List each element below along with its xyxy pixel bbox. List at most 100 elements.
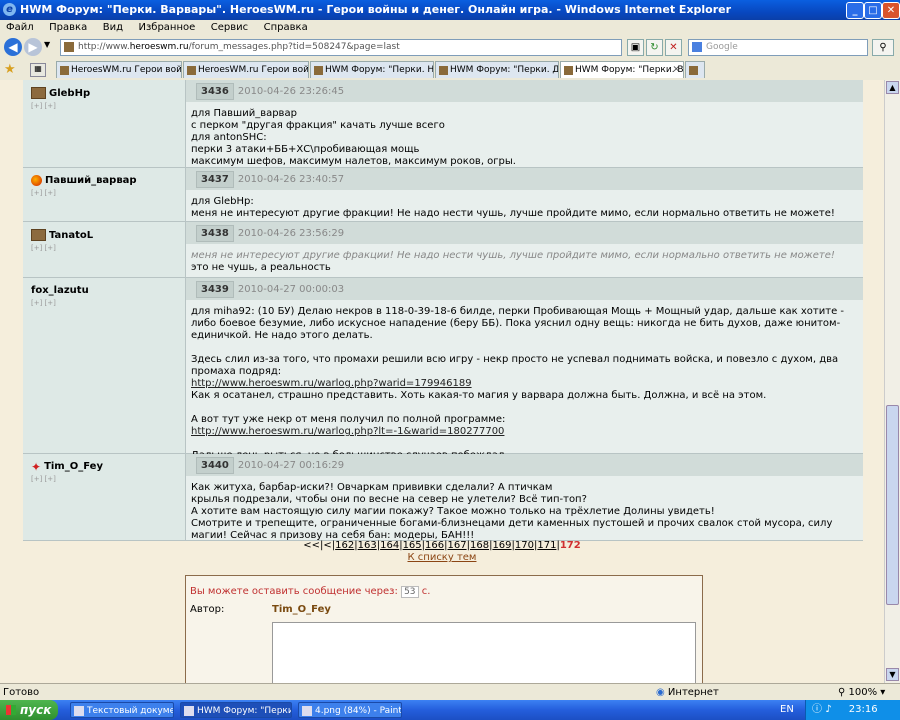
warlog-link[interactable]: http://www.heroeswm.ru/warlog.php?lt=-1&… [191,426,504,437]
title-bar: e HWM Форум: "Перки. Варвары". HeroesWM.… [0,0,900,20]
to-topic-list-link[interactable]: К списку тем [408,552,477,563]
language-indicator[interactable]: EN [780,700,794,720]
status-bar: Готово ◉ Интернет ⚲ 100% ▾ [0,683,900,701]
page-scrollbar[interactable]: ▲ ▼ [884,80,900,683]
refresh-icon[interactable]: ↻ [646,39,663,56]
tray-info-icon[interactable]: ⓘ [812,704,822,715]
address-toolbar: ◀ ▶ ▼ http://www.heroeswm.ru/forum_messa… [0,36,900,58]
author-meta: [+] [+] [31,189,56,197]
post-text: Как житуха, барбар-иски?! Овчаркам приви… [191,482,833,541]
faction-fire-icon [31,175,42,186]
forum-post: GlebHp [+] [+] 3436 2010-04-26 23:26:45 д… [23,80,863,168]
post-header: 3436 2010-04-26 23:26:45 [186,80,863,102]
page-link[interactable]: 163 [358,540,377,551]
compatibility-icon[interactable]: ▣ [627,39,644,56]
close-button[interactable]: ✕ [882,2,900,19]
minimize-button[interactable]: _ [846,2,864,19]
search-icon[interactable]: ⚲ [872,39,894,56]
post-body: 3440 2010-04-27 00:16:29 Как житуха, барб… [186,454,863,541]
history-dropdown-icon[interactable]: ▼ [44,40,50,49]
post-author: fox_lazutu [+] [+] [23,278,186,453]
new-tab-button[interactable] [685,61,705,78]
tab-1[interactable]: HeroesWM.ru Герои войны ... [56,61,182,78]
post-body: 3436 2010-04-26 23:26:45 для Павший_варва… [186,80,863,167]
star-icon: ✦ [31,459,42,474]
clan-icon [31,87,46,99]
favorites-star-icon[interactable]: ★ [4,62,16,77]
author-name[interactable]: Tim_O_Fey [44,461,103,472]
post-number[interactable]: 3440 [196,456,234,474]
post-date: 2010-04-26 23:26:45 [237,85,345,97]
post-body: 3438 2010-04-26 23:56:29 меня не интересу… [186,222,863,277]
reply-author-label: Автор: [190,604,225,615]
tray-volume-icon[interactable]: ♪ [825,704,831,715]
page-link[interactable]: 162 [335,540,354,551]
author-name[interactable]: TanatoL [49,230,93,241]
scroll-thumb[interactable] [886,405,899,605]
tab-close-icon[interactable]: ✕ [672,62,680,78]
tab-5-active[interactable]: HWM Форум: "Перки. Ва... ✕ [560,61,684,78]
quote: меня не интересуют другие фракции! Не на… [191,250,835,261]
google-icon [692,42,702,52]
tab-2[interactable]: HeroesWM.ru Герои войны ... [183,61,309,78]
tab-4[interactable]: HWM Форум: "Перки. Демо... [435,61,559,78]
tab-5-label: HWM Форум: "Перки. Ва... [575,65,684,75]
security-zone: ◉ Интернет [656,687,719,698]
author-name[interactable]: Павший_варвар [45,175,137,186]
page-link[interactable]: 165 [403,540,422,551]
page-link[interactable]: 168 [470,540,489,551]
forum-post: ✦ Tim_O_Fey [+] [+] 3440 2010-04-27 00:16:… [23,454,863,541]
search-input[interactable]: Google [688,39,868,56]
reply-textarea[interactable] [272,622,696,683]
reply-author-name: Tim_O_Fey [272,604,331,615]
scroll-up-icon[interactable]: ▲ [886,81,899,94]
maximize-button[interactable]: □ [864,2,882,19]
address-input[interactable]: http://www.heroeswm.ru/forum_messages.ph… [60,39,622,56]
post-text: меня не интересуют другие фракции! Не на… [186,244,863,281]
menu-favorites[interactable]: Избранное [132,20,201,36]
post-date: 2010-04-26 23:56:29 [237,227,345,239]
post-date: 2010-04-27 00:16:29 [237,459,345,471]
forward-button[interactable]: ▶ [24,38,42,56]
quick-tabs-icon[interactable]: ▦ [30,63,46,77]
pager-prev-links[interactable]: <<|<| [303,540,335,551]
author-meta: [+] [+] [31,244,56,252]
author-name[interactable]: GlebHp [49,88,90,99]
warlog-link[interactable]: http://www.heroeswm.ru/warlog.php?warid=… [191,378,472,389]
post-number[interactable]: 3438 [196,224,234,242]
menu-help[interactable]: Справка [258,20,314,36]
post-text: для Павший_варвар с перком "другая фракц… [191,108,516,167]
tab-3[interactable]: HWM Форум: "Перки. Некро... [310,61,434,78]
page-link[interactable]: 167 [448,540,467,551]
forum-posts: GlebHp [+] [+] 3436 2010-04-26 23:26:45 д… [23,80,863,541]
page-link[interactable]: 166 [425,540,444,551]
post-text: для miha92: (10 БУ) Делаю некров в 118-0… [191,306,845,461]
zoom-icon: ⚲ [838,687,846,698]
menu-view[interactable]: Вид [97,20,129,36]
menu-edit[interactable]: Правка [43,20,93,36]
clan-icon [31,229,46,241]
page-link[interactable]: 164 [380,540,399,551]
scroll-down-icon[interactable]: ▼ [886,668,899,681]
taskbar-item-notepad[interactable]: Текстовый докумен... [70,702,174,718]
taskbar-item-paint[interactable]: 4.png (84%) - Paint.... [298,702,402,718]
post-number[interactable]: 3436 [196,82,234,100]
post-author: TanatoL [+] [+] [23,222,186,277]
post-number[interactable]: 3437 [196,170,234,188]
author-name[interactable]: fox_lazutu [31,285,89,296]
page-link[interactable]: 171 [537,540,556,551]
forum-post: TanatoL [+] [+] 3438 2010-04-26 23:56:29 … [23,222,863,278]
zoom-level[interactable]: ⚲ 100% ▾ [838,684,885,701]
post-author: Павший_варвар [+] [+] [23,168,186,221]
page-link[interactable]: 170 [515,540,534,551]
page-link[interactable]: 169 [492,540,511,551]
stop-icon[interactable]: ✕ [665,39,682,56]
menu-file[interactable]: Файл [0,20,40,36]
post-number[interactable]: 3439 [196,280,234,298]
taskbar-item-ie[interactable]: HWM Форум: "Перки... [180,702,292,718]
author-meta: [+] [+] [31,299,56,307]
start-button[interactable]: пуск [0,700,58,720]
back-button[interactable]: ◀ [4,38,22,56]
reply-form: Вы можете оставить сообщение через: 53 с… [185,575,703,683]
menu-tools[interactable]: Сервис [205,20,254,36]
